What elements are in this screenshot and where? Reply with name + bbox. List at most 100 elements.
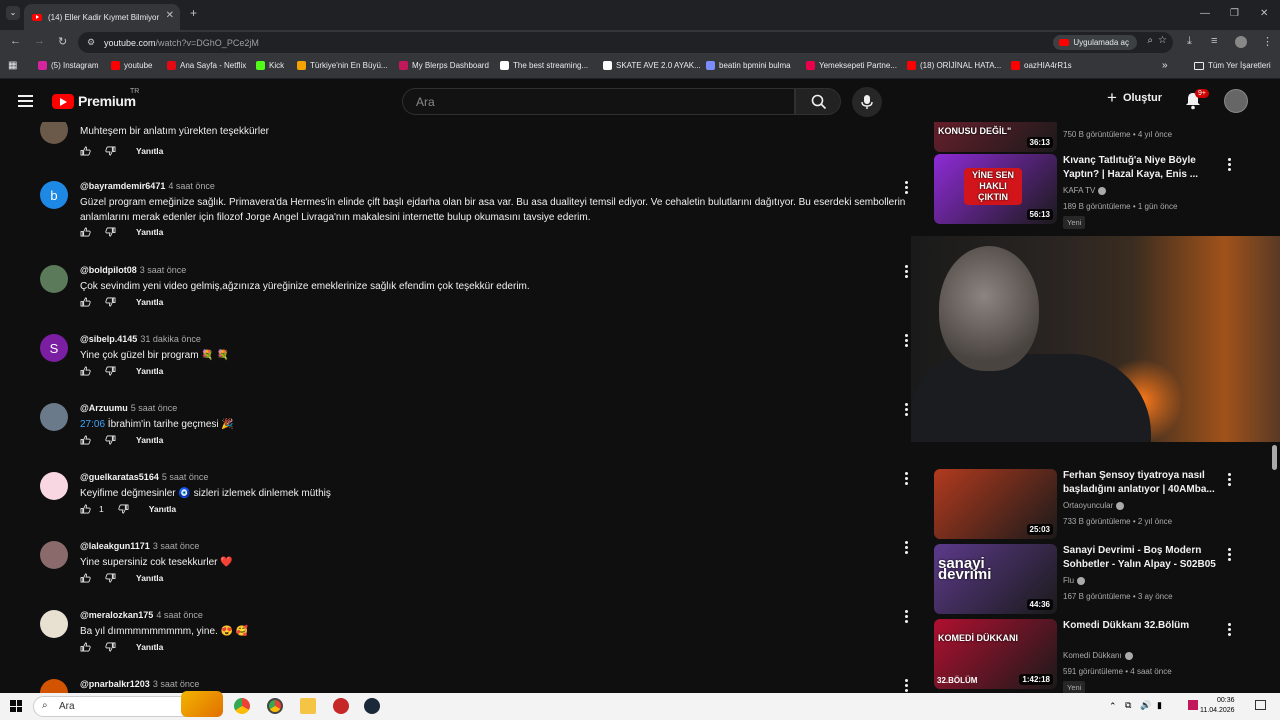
bookmark-item[interactable]: youtube: [111, 61, 152, 70]
chrome-taskbar-icon[interactable]: [234, 698, 250, 714]
reply-button[interactable]: Yanıtla: [136, 435, 163, 445]
all-bookmarks-folder[interactable]: Tüm Yer İşaretleri: [1194, 61, 1271, 70]
comment-timestamp-link[interactable]: 27:06: [80, 419, 105, 430]
zoom-icon[interactable]: ⌕: [1147, 35, 1153, 46]
video-thumbnail[interactable]: 25:03: [934, 469, 1057, 539]
comment-more-icon[interactable]: [905, 472, 909, 487]
dislike-icon[interactable]: [105, 227, 116, 237]
reply-button[interactable]: Yanıtla: [136, 297, 163, 307]
video-title[interactable]: Kıvanç Tatlıtuğ'a Niye Böyle Yaptın? | H…: [1063, 154, 1218, 182]
comment-more-icon[interactable]: [905, 541, 909, 556]
file-explorer-taskbar-icon[interactable]: [300, 698, 316, 714]
bookmark-item[interactable]: My Blerps Dashboard: [399, 61, 489, 70]
reply-button[interactable]: Yanıtla: [136, 573, 163, 583]
comment-author[interactable]: @bayramdemir6471: [80, 181, 165, 191]
page-scrollbar[interactable]: [1272, 445, 1277, 470]
new-tab-button[interactable]: +: [190, 6, 197, 20]
bookmark-item[interactable]: (18) ORİJİNAL HATA...: [907, 61, 1001, 70]
taskbar-search-input[interactable]: ⌕ Ara: [33, 691, 223, 717]
comment-avatar[interactable]: b: [40, 181, 68, 209]
recommended-video[interactable]: KOMEDİ DÜKKANI 32.BÖLÜM 1:42:18 Komedi Dükk…: [934, 619, 1274, 693]
chrome-menu-icon[interactable]: ⋮: [1262, 35, 1273, 48]
back-icon[interactable]: ←: [10, 35, 21, 47]
comment-avatar[interactable]: [40, 265, 68, 293]
video-title[interactable]: Ferhan Şensoy tiyatroya nasıl başladığın…: [1063, 469, 1218, 497]
video-title[interactable]: Sanayi Devrimi - Boş Modern Sohbetler - …: [1063, 544, 1218, 572]
comment-author[interactable]: @guelkaratas5164: [80, 472, 159, 482]
bookmark-item[interactable]: beatin bpmini bulma: [706, 61, 791, 70]
tray-overflow-icon[interactable]: ⌃: [1109, 701, 1117, 712]
comment-author[interactable]: @pnarbalkr1203: [80, 679, 150, 689]
like-icon[interactable]: [80, 504, 91, 514]
dislike-icon[interactable]: [105, 297, 116, 307]
bookmark-item[interactable]: The best streaming...: [500, 61, 588, 70]
bookmark-item[interactable]: Türkiye'nin En Büyü...: [297, 61, 388, 70]
tray-app-icon[interactable]: [1188, 700, 1198, 710]
like-icon[interactable]: [80, 227, 91, 237]
voice-search-button[interactable]: [852, 87, 882, 117]
like-icon[interactable]: [80, 297, 91, 307]
reading-list-icon[interactable]: ≡: [1211, 35, 1217, 47]
dislike-icon[interactable]: [105, 642, 116, 652]
dislike-icon[interactable]: [105, 366, 116, 376]
recommended-video[interactable]: sanayi devrimi 44:36 Sanayi Devrimi - Boş …: [934, 544, 1274, 616]
open-in-app-chip[interactable]: Uygulamada aç: [1053, 35, 1137, 50]
bookmark-item[interactable]: SKATE AVE 2.0 AYAK...: [603, 61, 701, 70]
comment-more-icon[interactable]: [905, 265, 909, 280]
tab-search-dropdown[interactable]: ⌄: [6, 6, 20, 20]
video-channel[interactable]: KAFA TV: [1063, 186, 1107, 195]
bookmark-item[interactable]: (5) Instagram: [38, 61, 99, 70]
video-title[interactable]: Komedi Dükkanı 32.Bölüm: [1063, 619, 1218, 633]
reply-button[interactable]: Yanıtla: [136, 227, 163, 237]
dislike-icon[interactable]: [105, 146, 116, 156]
comment-time[interactable]: 5 saat önce: [162, 472, 209, 482]
comment-more-icon[interactable]: [905, 403, 909, 418]
search-button[interactable]: [795, 88, 841, 115]
comment-avatar[interactable]: [40, 472, 68, 500]
video-channel[interactable]: Ortaoyuncular: [1063, 501, 1125, 510]
video-channel[interactable]: Komedi Dükkanı: [1063, 651, 1133, 660]
video-more-icon[interactable]: [1228, 623, 1231, 638]
video-thumbnail[interactable]: sanayi devrimi 44:36: [934, 544, 1057, 614]
like-icon[interactable]: [80, 146, 91, 156]
minimize-icon[interactable]: —: [1200, 8, 1210, 19]
apps-grid-icon[interactable]: ▦: [8, 60, 17, 71]
comment-avatar[interactable]: [40, 679, 68, 693]
comment-time[interactable]: 4 saat önce: [156, 610, 203, 620]
comment-time[interactable]: 3 saat önce: [153, 679, 200, 689]
reply-button[interactable]: Yanıtla: [149, 504, 176, 514]
comment-more-icon[interactable]: [905, 181, 909, 196]
comment-time[interactable]: 3 saat önce: [153, 541, 200, 551]
like-icon[interactable]: [80, 642, 91, 652]
comment-author[interactable]: @Arzuumu: [80, 403, 128, 413]
comment-author[interactable]: @sibelp.4145: [80, 334, 137, 344]
bookmark-item[interactable]: oazHIA4rR1s: [1011, 61, 1072, 70]
browser-tab-active[interactable]: (14) Eller Kadir Kıymet Bilmiyor ✕: [24, 4, 180, 30]
comment-time[interactable]: 31 dakika önce: [140, 334, 201, 344]
close-window-icon[interactable]: ✕: [1260, 8, 1268, 19]
bookmark-item[interactable]: Kick: [256, 61, 284, 70]
app-taskbar-icon[interactable]: [333, 698, 349, 714]
video-thumbnail[interactable]: KONUSU DEĞİL" 36:13: [934, 122, 1057, 152]
steam-taskbar-icon[interactable]: [364, 698, 380, 714]
forward-icon[interactable]: →: [34, 35, 45, 47]
taskbar-clock[interactable]: 00:36 11.04.2026: [1200, 696, 1235, 716]
comment-avatar[interactable]: [40, 610, 68, 638]
like-icon[interactable]: [80, 435, 91, 445]
dislike-icon[interactable]: [105, 573, 116, 583]
video-thumbnail[interactable]: YİNE SEN HAKLI ÇIKTIN 56:13: [934, 154, 1057, 224]
address-bar[interactable]: ⚙ youtube.com/watch?v=DGhO_PCe2jM Uygula…: [78, 32, 1173, 53]
bookmark-item[interactable]: Ana Sayfa - Netflix: [167, 61, 246, 70]
comment-time[interactable]: 4 saat önce: [168, 181, 215, 191]
comment-more-icon[interactable]: [905, 334, 909, 349]
recommended-video[interactable]: KONUSU DEĞİL" 36:13 750 B görüntüleme • 4 …: [934, 122, 1274, 154]
dislike-icon[interactable]: [118, 504, 129, 514]
reply-button[interactable]: Yanıtla: [136, 366, 163, 376]
network-icon[interactable]: ⧉: [1125, 700, 1131, 711]
video-thumbnail[interactable]: KOMEDİ DÜKKANI 32.BÖLÜM 1:42:18: [934, 619, 1057, 689]
windows-start-icon[interactable]: [10, 700, 22, 712]
tab-close-icon[interactable]: ✕: [166, 10, 174, 21]
reload-icon[interactable]: ↻: [58, 35, 67, 48]
search-input[interactable]: Ara: [402, 88, 795, 115]
chrome-profile-taskbar-icon[interactable]: [267, 698, 283, 714]
